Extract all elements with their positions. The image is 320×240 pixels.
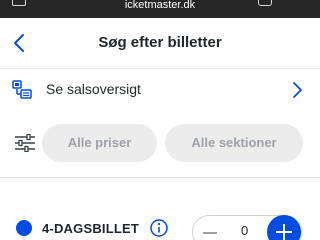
price-filter-button[interactable]: Alle priser [42, 124, 157, 162]
page-title: Søg efter billetter [98, 34, 222, 51]
increase-button[interactable] [267, 215, 301, 240]
section-filter-button[interactable]: Alle sektioner [165, 124, 303, 162]
filter-bar: Alle priser Alle sektioner [0, 110, 320, 178]
browser-address-bar[interactable]: icketmaster.dk [0, 0, 320, 18]
info-icon[interactable] [150, 219, 168, 237]
sales-overview-link[interactable]: Se salsoversigt [0, 68, 320, 110]
sales-overview-label: Se salsoversigt [46, 81, 141, 97]
chevron-right-icon [293, 82, 302, 98]
address-url[interactable]: icketmaster.dk [0, 0, 320, 14]
bookmark-icon[interactable] [258, 0, 272, 6]
plus-icon-vertical [283, 224, 285, 240]
ticket-color-dot [16, 220, 32, 236]
seat-map-icon [12, 80, 32, 99]
ticket-row: 4-DAGSBILLET 0 [0, 178, 320, 240]
quantity-value: 0 [241, 223, 249, 238]
filter-sliders-icon[interactable] [14, 134, 36, 152]
page-header: Søg efter billetter [0, 18, 320, 68]
quantity-stepper[interactable]: 0 [192, 215, 302, 240]
ticket-name: 4-DAGSBILLET [42, 221, 140, 236]
decrease-button[interactable] [203, 232, 217, 234]
